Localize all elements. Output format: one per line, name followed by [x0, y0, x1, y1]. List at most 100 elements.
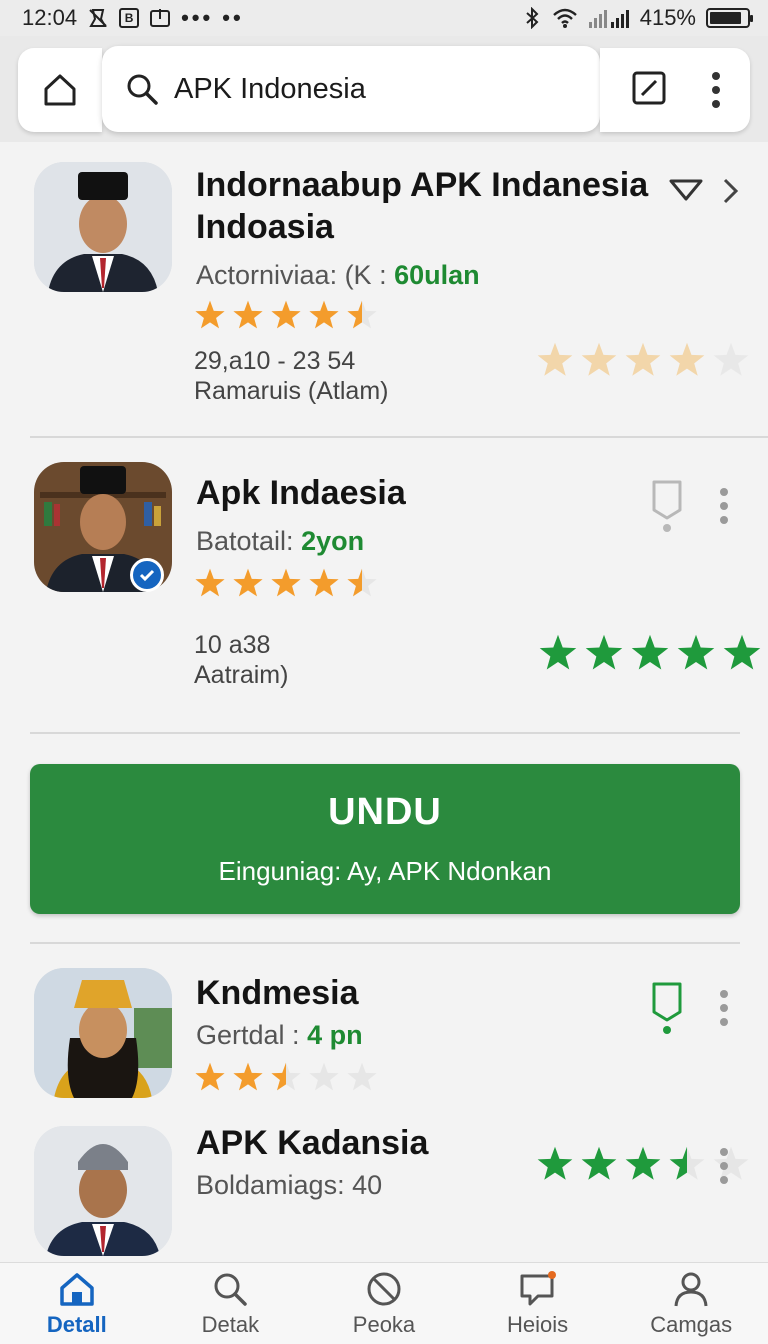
- app-title: APK Kadansia: [196, 1124, 429, 1162]
- verified-badge-icon: [130, 558, 164, 592]
- item-menu-button[interactable]: [720, 488, 728, 524]
- app-stats: 29,a10 - 23 54 Ramaruis (Atlam): [194, 347, 389, 405]
- divider: [30, 732, 740, 734]
- star-icon: [625, 1146, 661, 1180]
- rating-stars: [194, 300, 378, 332]
- nav-item-heiois[interactable]: Heiois: [461, 1263, 615, 1344]
- star-icon: [713, 1146, 749, 1180]
- search-query[interactable]: APK Indonesia: [174, 73, 366, 106]
- star-icon: [195, 568, 225, 597]
- signal-icon: [588, 7, 630, 29]
- banner-subtitle: Einguniag: Ay, APK Ndonkan: [218, 856, 552, 886]
- chat-icon: [520, 1270, 556, 1305]
- star-icon: [677, 634, 715, 670]
- edit-icon: [632, 71, 665, 104]
- star-icon: [233, 300, 263, 329]
- star-icon: [233, 568, 263, 597]
- star-icon: [581, 342, 617, 376]
- triangle-down-icon: [669, 179, 703, 201]
- star-icon: [625, 342, 661, 376]
- app-stats: 10 a38 Aatraim): [194, 631, 289, 689]
- list-item[interactable]: Apk Indaesia Batotail: 2yon 10 a38 Aatra…: [0, 438, 768, 734]
- star-icon: [347, 568, 377, 597]
- comment-icon: [652, 982, 682, 1034]
- star-icon: [539, 634, 577, 670]
- app-title: Apk Indaesia: [196, 474, 406, 512]
- comment-icon: [652, 480, 682, 532]
- star-icon: [537, 342, 573, 376]
- star-icon: [713, 342, 749, 376]
- chevron-right-icon: [723, 178, 739, 204]
- nav-item-peoka[interactable]: Peoka: [307, 1263, 461, 1344]
- item-menu-button[interactable]: [720, 1148, 728, 1184]
- list-item[interactable]: APK Kadansia Boldamiags: 40: [0, 1100, 768, 1262]
- avatar: [34, 1126, 172, 1256]
- banner-title: UNDU: [328, 791, 442, 833]
- star-icon: [347, 300, 377, 329]
- more-notifications-icon: ••• ••: [181, 5, 244, 30]
- star-icon: [581, 1146, 617, 1180]
- battery-icon: [706, 8, 753, 28]
- app-meta: Batotail: 2yon: [196, 526, 365, 556]
- search-bar[interactable]: APK Indonesia: [102, 46, 600, 132]
- bluetooth-icon: [522, 7, 542, 29]
- list-item[interactable]: Indornaabup APK Indanesia Indoasia Actor…: [0, 142, 768, 438]
- avatar: [34, 968, 172, 1098]
- star-icon: [347, 1062, 377, 1091]
- bottom-navigation: Detall Detak Peoka Heiois Camgas: [0, 1262, 768, 1344]
- star-icon: [271, 568, 301, 597]
- blocked-icon: [367, 1272, 401, 1305]
- rating-stars: [194, 1062, 378, 1094]
- status-bar: 12:04 B ••• •• 415%: [0, 0, 768, 36]
- nav-item-detall[interactable]: Detall: [0, 1263, 154, 1344]
- chevron-right-button[interactable]: [720, 176, 742, 211]
- home-icon: [44, 74, 76, 106]
- avatar: [34, 162, 172, 292]
- star-icon: [309, 568, 339, 597]
- star-icon: [195, 1062, 225, 1091]
- app-title: Kndmesia: [196, 974, 359, 1012]
- home-button[interactable]: [18, 48, 102, 132]
- nav-item-detak[interactable]: Detak: [154, 1263, 308, 1344]
- mute-icon: [87, 7, 109, 29]
- status-time: 12:04: [22, 5, 78, 30]
- app-meta: Gertdal : 4 pn: [196, 1020, 363, 1050]
- nav-item-camgas[interactable]: Camgas: [614, 1263, 768, 1344]
- app-meta: Boldamiags: 40: [196, 1170, 383, 1200]
- star-icon: [669, 342, 705, 376]
- app-bar-actions: [600, 48, 750, 132]
- bookmark-button[interactable]: [650, 478, 684, 539]
- star-icon: [723, 634, 761, 670]
- star-icon: [233, 1062, 263, 1091]
- star-icon: [631, 634, 669, 670]
- app-title: Indornaabup APK Indanesia Indoasia: [196, 166, 649, 246]
- star-icon: [271, 300, 301, 329]
- search-icon: [214, 1273, 248, 1306]
- star-icon: [195, 300, 225, 329]
- home-icon: [60, 1272, 94, 1306]
- list-item[interactable]: Kndmesia Gertdal : 4 pn: [0, 944, 768, 1100]
- side-rating-stars: [538, 634, 762, 674]
- star-icon: [669, 1146, 705, 1180]
- star-icon: [585, 634, 623, 670]
- download-banner[interactable]: UNDU Einguniag: Ay, APK Ndonkan: [30, 764, 740, 914]
- rating-stars: [194, 568, 378, 600]
- battery-percent: 415%: [639, 5, 696, 30]
- star-icon: [537, 1146, 573, 1180]
- star-icon: [271, 1062, 301, 1091]
- search-icon: [127, 74, 158, 105]
- star-icon: [309, 300, 339, 329]
- top-app-bar: APK Indonesia: [0, 36, 768, 142]
- person-icon: [674, 1272, 708, 1306]
- wifi-icon: [552, 7, 578, 29]
- dropdown-button[interactable]: [668, 178, 704, 207]
- edit-button[interactable]: [631, 70, 667, 111]
- app-notification-icon: [149, 7, 171, 29]
- notification-icon: B: [119, 8, 140, 28]
- app-meta: Actorniviaa: (K : 60ulan: [196, 260, 480, 290]
- overflow-menu-button[interactable]: [711, 72, 720, 108]
- side-rating-stars: [536, 1146, 750, 1184]
- item-menu-button[interactable]: [720, 990, 728, 1026]
- bookmark-button[interactable]: [650, 980, 684, 1041]
- side-rating-stars: [536, 342, 750, 380]
